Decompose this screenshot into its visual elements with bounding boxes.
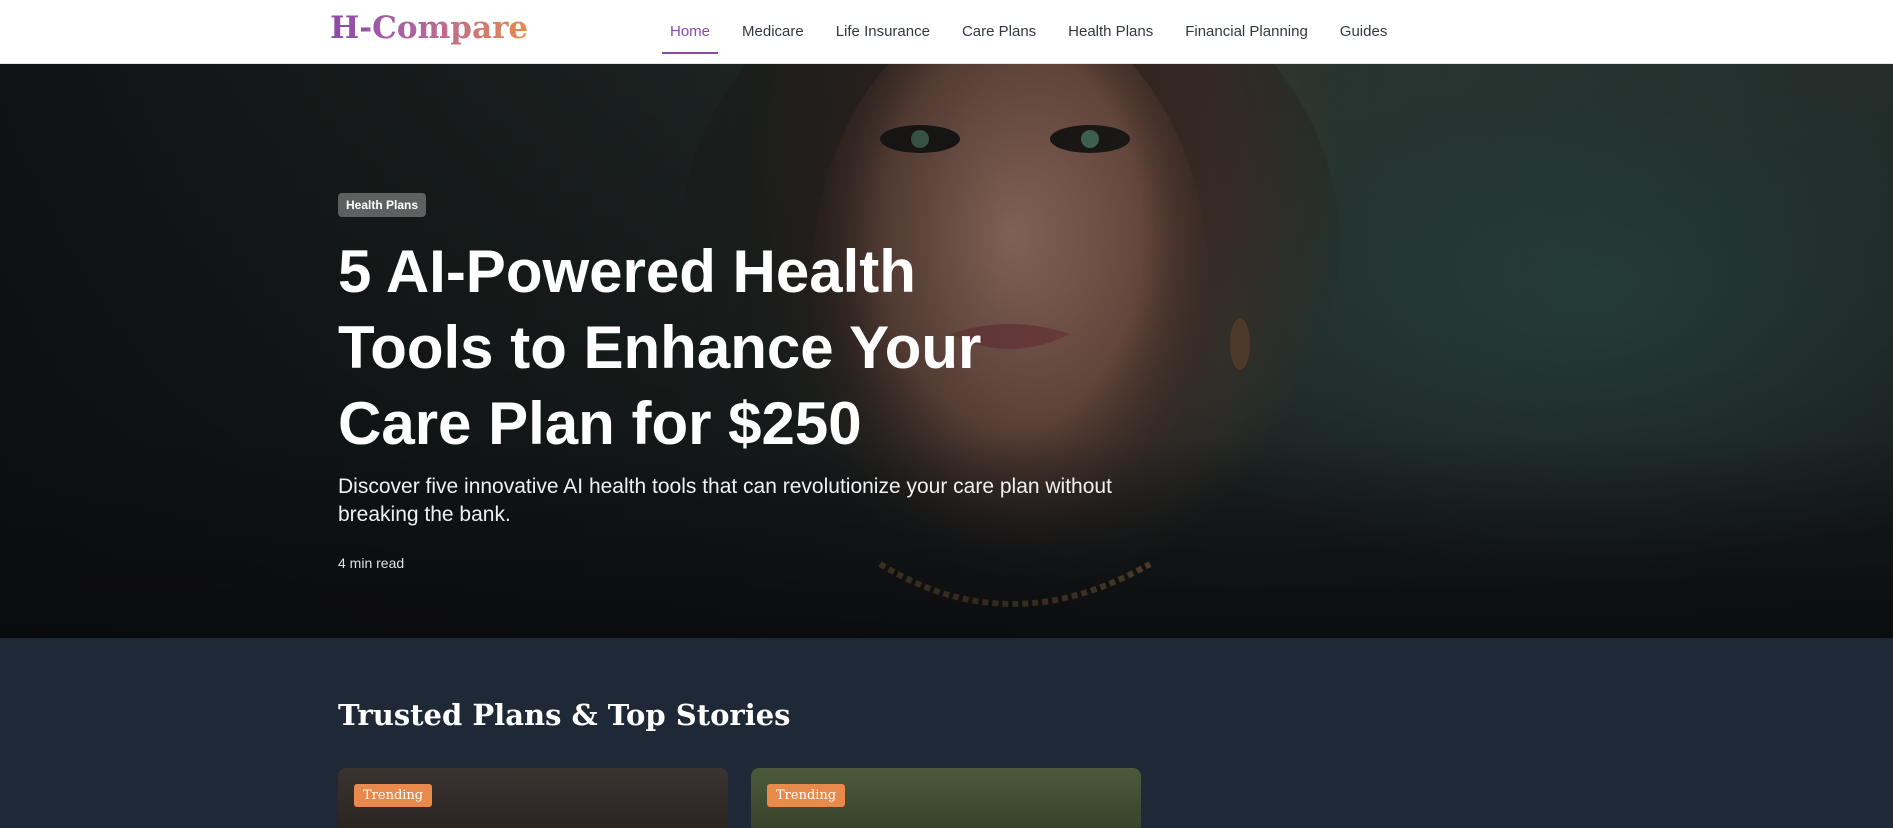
site-logo[interactable]: H-Compare — [330, 10, 528, 46]
story-card[interactable]: Trending — [751, 768, 1141, 828]
main-nav: Home Medicare Life Insurance Care Plans … — [661, 0, 1419, 63]
hero-bottom-fade — [0, 438, 1893, 638]
nav-guides[interactable]: Guides — [1340, 15, 1388, 48]
nav-medicare[interactable]: Medicare — [742, 15, 804, 48]
hero-description: Discover five innovative AI health tools… — [338, 475, 1112, 526]
story-card[interactable]: Trending — [338, 768, 728, 828]
trending-badge: Trending — [767, 784, 846, 807]
read-time: 4 min read — [338, 555, 405, 571]
site-header: H-Compare Home Medicare Life Insurance C… — [0, 0, 1893, 64]
nav-health-plans[interactable]: Health Plans — [1068, 15, 1153, 48]
nav-care-plans[interactable]: Care Plans — [962, 15, 1036, 48]
nav-financial-planning[interactable]: Financial Planning — [1185, 15, 1308, 48]
hero-banner[interactable]: Health Plans 5 AI-Powered Health Tools t… — [0, 64, 1893, 638]
section-title: Trusted Plans & Top Stories — [338, 698, 791, 732]
hero-title[interactable]: 5 AI-Powered Health Tools to Enhance You… — [338, 234, 1058, 462]
nav-life-insurance[interactable]: Life Insurance — [836, 15, 930, 48]
category-tag[interactable]: Health Plans — [338, 193, 427, 217]
trending-badge: Trending — [354, 784, 433, 807]
nav-home[interactable]: Home — [661, 15, 719, 54]
